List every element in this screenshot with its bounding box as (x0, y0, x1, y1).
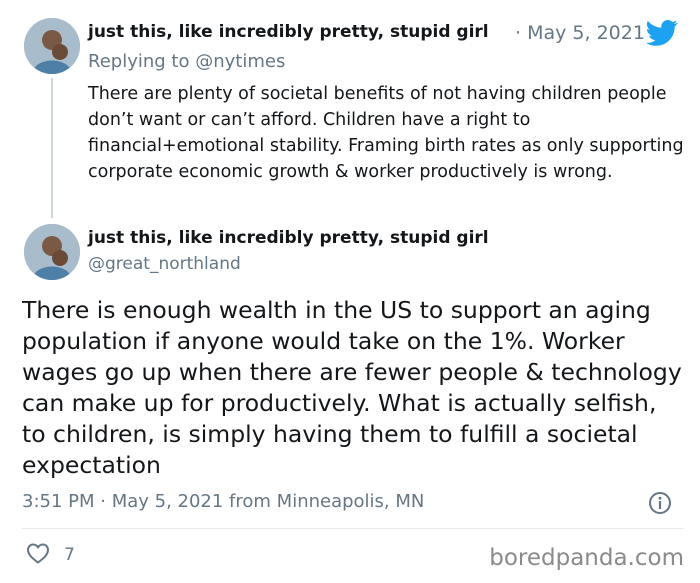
display-name[interactable]: just this, like incredibly pretty, stupi… (88, 228, 489, 248)
tweet-date[interactable]: · May 5, 2021 (515, 22, 645, 44)
main-tweet-text: There is enough wealth in the US to supp… (22, 296, 682, 479)
display-name[interactable]: just this, like incredibly pretty, stupi… (88, 22, 489, 42)
info-icon[interactable] (648, 491, 672, 519)
replying-handle-link[interactable]: @nytimes (195, 51, 285, 72)
divider (22, 528, 684, 529)
handle[interactable]: @great_northland (88, 254, 241, 274)
like-button[interactable]: 7 (26, 542, 75, 568)
tweet-timestamp[interactable]: 3:51 PM · May 5, 2021 from Minneapolis, … (22, 491, 424, 512)
separator: · (515, 22, 522, 44)
twitter-bird-icon[interactable] (646, 19, 678, 51)
watermark: boredpanda.com (489, 545, 684, 571)
avatar[interactable] (24, 224, 80, 280)
heart-icon[interactable] (26, 542, 50, 568)
replying-prefix: Replying to (88, 51, 190, 72)
reply-tweet-text: There are plenty of societal benefits of… (88, 84, 684, 182)
thread-line (51, 78, 53, 218)
replying-to: Replying to @nytimes (88, 51, 285, 72)
date[interactable]: May 5, 2021 (527, 22, 645, 44)
avatar[interactable] (24, 18, 80, 74)
like-count: 7 (64, 545, 75, 565)
